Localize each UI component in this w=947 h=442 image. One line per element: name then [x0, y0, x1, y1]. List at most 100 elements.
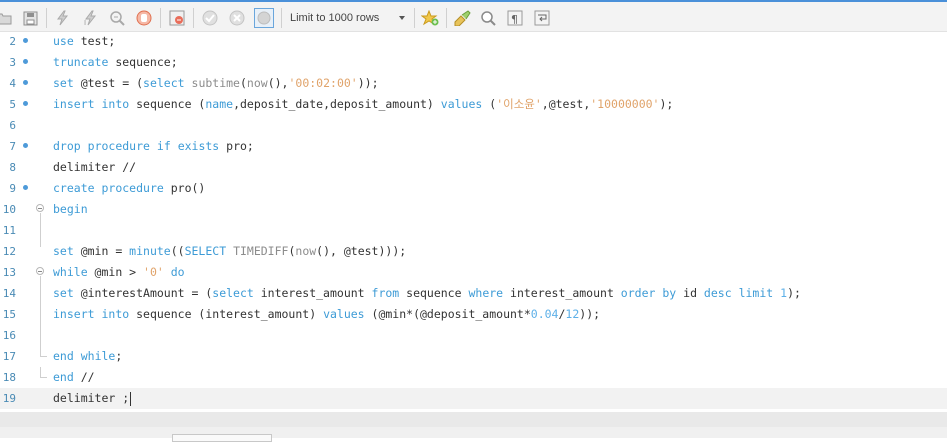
explain-icon[interactable]	[107, 8, 127, 28]
code-token: '00:02:00'	[288, 76, 358, 90]
code-token: delimiter ;	[53, 391, 130, 405]
statement-marker-icon	[23, 59, 28, 64]
code-line[interactable]: 8 delimiter //	[0, 157, 947, 178]
code-token: ,@test,	[541, 97, 591, 111]
code-token: );	[787, 286, 801, 300]
beautify-icon[interactable]	[452, 8, 472, 28]
fold-end-marker	[40, 346, 47, 357]
code-token: interest_amount	[503, 286, 621, 300]
code-line[interactable]: 11	[0, 220, 947, 241]
code-token: while	[80, 349, 116, 363]
execute-current-icon[interactable]: I	[81, 8, 101, 28]
code-token: pro()	[163, 181, 206, 195]
code-line[interactable]: 18 end //	[0, 367, 947, 388]
code-token: ));	[579, 307, 601, 321]
code-token: test;	[73, 34, 116, 48]
code-line[interactable]: 9 create procedure pro()	[0, 178, 947, 199]
fold-toggle-icon[interactable]	[36, 267, 44, 275]
code-token: (),	[267, 76, 289, 90]
code-token: insert	[53, 97, 95, 111]
statement-marker-icon	[23, 38, 28, 43]
code-token: end	[53, 370, 74, 384]
save-icon[interactable]	[20, 8, 40, 28]
open-folder-icon[interactable]	[0, 8, 14, 28]
code-line[interactable]: 14 set @interestAmount = (select interest…	[0, 283, 947, 304]
code-token: select	[143, 76, 185, 90]
code-line[interactable]: 7 drop procedure if exists pro;	[0, 136, 947, 157]
query-toolbar: I Limit to 1000 rows ¶	[0, 0, 947, 32]
code-line[interactable]: 3 truncate sequence;	[0, 52, 947, 73]
code-text: begin	[53, 199, 88, 220]
rollback-icon[interactable]	[227, 8, 247, 28]
code-line[interactable]: 6	[0, 115, 947, 136]
code-token: now	[246, 76, 268, 90]
code-token: ((	[170, 244, 185, 258]
code-line[interactable]: 13 while @min > '0' do	[0, 262, 947, 283]
code-token: pro;	[219, 139, 254, 153]
code-token: name	[205, 97, 234, 111]
code-token: (	[482, 97, 497, 111]
fold-toggle-icon[interactable]	[36, 204, 44, 212]
commit-icon[interactable]	[200, 8, 220, 28]
code-text: end while;	[53, 346, 122, 367]
svg-text:¶: ¶	[511, 13, 518, 26]
code-token: do	[170, 265, 185, 279]
code-token: //	[73, 370, 95, 384]
fold-end-marker	[40, 367, 47, 378]
toggle-error-icon[interactable]	[167, 8, 187, 28]
code-line[interactable]: 15 insert into sequence (interest_amount)…	[0, 304, 947, 325]
autocommit-icon[interactable]	[254, 8, 274, 28]
stop-icon[interactable]	[134, 8, 154, 28]
find-icon[interactable]	[478, 8, 498, 28]
code-text: use test;	[53, 31, 115, 52]
code-text: truncate sequence;	[53, 52, 178, 73]
code-token: drop	[53, 139, 81, 153]
code-token: @interestAmount = (	[73, 286, 213, 300]
wrap-icon[interactable]	[532, 8, 552, 28]
statement-marker-icon	[23, 185, 28, 190]
code-text: insert into sequence (name,deposit_date,…	[53, 94, 673, 115]
line-number: 14	[2, 287, 16, 300]
execute-icon[interactable]	[53, 8, 73, 28]
code-token: create	[53, 181, 95, 195]
code-token: TIMEDIFF	[233, 244, 289, 258]
code-line[interactable]: 19 delimiter ;	[0, 388, 947, 409]
code-line[interactable]: 4 set @test = (select subtime(now(),'00:0…	[0, 73, 947, 94]
code-line[interactable]: 10 begin	[0, 199, 947, 220]
svg-text:I: I	[84, 19, 86, 26]
bookmark-icon[interactable]	[420, 8, 440, 28]
fold-guide	[40, 213, 41, 247]
status-field	[172, 434, 272, 442]
chevron-down-icon	[399, 16, 405, 20]
limit-rows-select[interactable]: Limit to 1000 rows	[285, 8, 411, 28]
code-token: truncate	[53, 55, 109, 69]
code-line[interactable]: 5 insert into sequence (name,deposit_date…	[0, 94, 947, 115]
code-token: SELECT	[184, 244, 227, 258]
code-token: use	[53, 34, 74, 48]
code-token: set	[53, 76, 74, 90]
code-text: insert into sequence (interest_amount) v…	[53, 304, 600, 325]
code-token: now	[295, 244, 317, 258]
code-line[interactable]: 16	[0, 325, 947, 346]
horizontal-scrollbar[interactable]	[0, 412, 947, 427]
code-token: set	[53, 244, 74, 258]
line-number: 11	[2, 224, 16, 237]
line-number: 2	[9, 35, 16, 48]
code-line[interactable]: 2 use test;	[0, 31, 947, 52]
code-line[interactable]: 17 end while;	[0, 346, 947, 367]
code-token: ,deposit_date,deposit_amount)	[233, 97, 441, 111]
code-text: set @test = (select subtime(now(),'00:02…	[53, 73, 379, 94]
code-token: into	[101, 97, 130, 111]
code-token: @min =	[73, 244, 130, 258]
line-number: 18	[2, 371, 16, 384]
line-number: 16	[2, 329, 16, 342]
line-number: 12	[2, 245, 16, 258]
invisible-chars-icon[interactable]: ¶	[505, 8, 525, 28]
sql-editor[interactable]: 2 use test; 3 truncate sequence; 4 set @test …	[0, 32, 947, 412]
code-line[interactable]: 12 set @min = minute((SELECT TIMEDIFF(now…	[0, 241, 947, 262]
code-token: into	[101, 307, 130, 321]
code-token: interest_amount	[253, 286, 372, 300]
